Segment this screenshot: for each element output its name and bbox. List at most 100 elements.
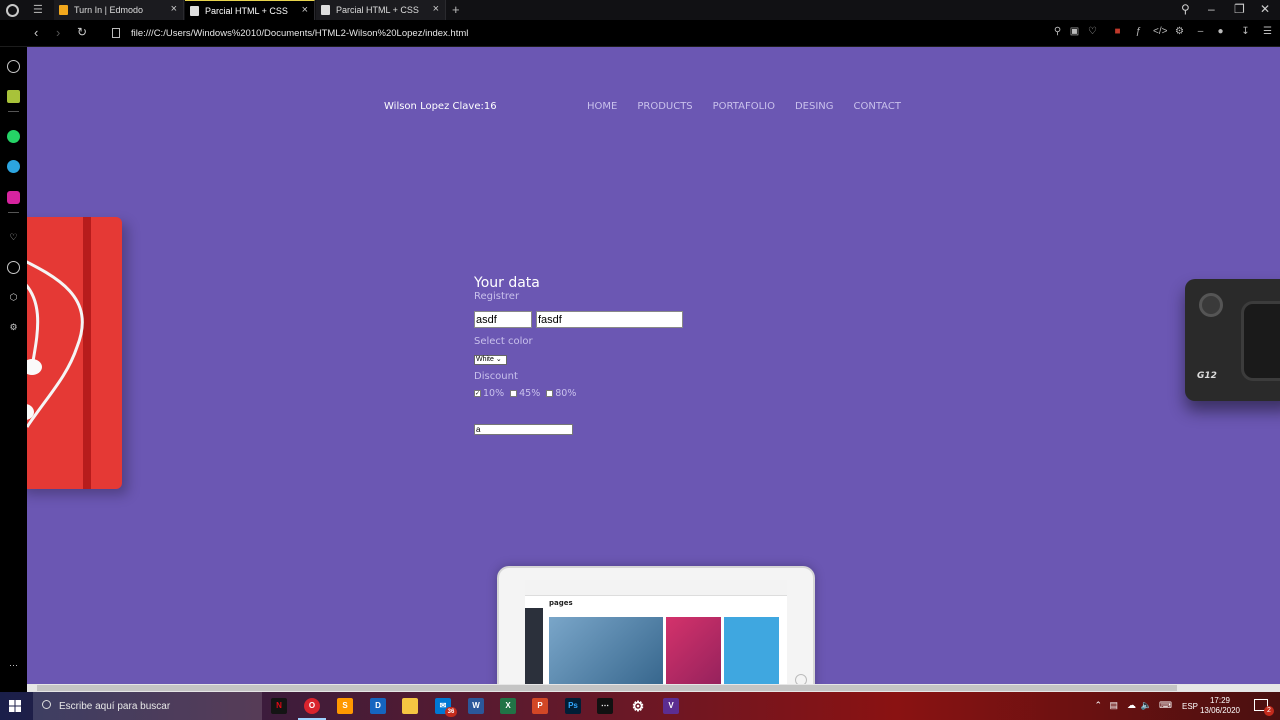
time: 17:29 bbox=[1209, 696, 1230, 705]
file-explorer-icon[interactable] bbox=[402, 698, 418, 714]
camera-lens bbox=[1241, 301, 1280, 381]
date: 13/06/2020 bbox=[1199, 706, 1240, 715]
close-icon[interactable]: × bbox=[171, 3, 177, 15]
nav-desing[interactable]: DESING bbox=[795, 101, 834, 112]
forward-icon[interactable]: › bbox=[56, 25, 60, 40]
sublime-icon[interactable]: S bbox=[337, 698, 353, 714]
url-field[interactable]: file:///C:/Users/Windows%2010/Documents/… bbox=[131, 28, 468, 39]
function-icon[interactable]: ƒ bbox=[1133, 26, 1144, 37]
registration-form: Your data Registrer Select color White ⌄… bbox=[474, 275, 734, 435]
minus-icon[interactable]: – bbox=[1195, 26, 1206, 37]
snapshot-icon[interactable]: ▣ bbox=[1069, 26, 1080, 37]
history-icon[interactable] bbox=[7, 261, 20, 274]
whatsapp-icon[interactable] bbox=[7, 130, 20, 143]
nav-contact[interactable]: CONTACT bbox=[854, 101, 901, 112]
speed-dial-icon[interactable] bbox=[7, 60, 20, 73]
restore-icon[interactable]: ❐ bbox=[1234, 2, 1245, 16]
back-icon[interactable]: ‹ bbox=[34, 25, 38, 40]
minimize-icon[interactable]: – bbox=[1208, 2, 1215, 16]
page-icon bbox=[321, 5, 330, 15]
taskbar-search[interactable]: Escribe aquí para buscar bbox=[33, 692, 262, 720]
network-icon[interactable]: ▤ bbox=[1109, 700, 1118, 711]
onedrive-icon[interactable]: ☁ bbox=[1127, 700, 1136, 711]
address-bar: ‹ › ↻ file:///C:/Users/Windows%2010/Docu… bbox=[0, 20, 1280, 47]
first-name-input[interactable] bbox=[474, 311, 532, 328]
photoshop-icon[interactable]: Ps bbox=[565, 698, 581, 714]
cube-icon[interactable]: ⬡ bbox=[7, 291, 20, 304]
tab-parcial[interactable]: Parcial HTML + CSS × bbox=[316, 0, 446, 20]
page-icon bbox=[190, 6, 199, 16]
color-select[interactable]: White ⌄ bbox=[474, 355, 507, 365]
opera-icon[interactable]: O bbox=[304, 698, 320, 714]
search-icon bbox=[42, 700, 51, 709]
tab-label: Parcial HTML + CSS bbox=[336, 5, 419, 15]
nav-home[interactable]: HOME bbox=[587, 101, 617, 112]
powerpoint-icon[interactable]: P bbox=[532, 698, 548, 714]
discount-80-label: 80% bbox=[555, 388, 577, 399]
horizontal-scrollbar[interactable] bbox=[27, 684, 1280, 692]
search-tabs-icon[interactable]: ⚲ bbox=[1181, 2, 1190, 16]
tablet-card bbox=[549, 617, 663, 686]
tablet-rail bbox=[525, 608, 543, 686]
tray-chevron-icon[interactable]: ⌃ bbox=[1094, 700, 1102, 711]
tablet-image: pages bbox=[497, 566, 815, 686]
chevron-down-icon: ⌄ bbox=[495, 356, 502, 363]
discount-80[interactable]: 80% bbox=[546, 388, 576, 399]
excel-icon[interactable]: X bbox=[500, 698, 516, 714]
page-info-icon[interactable] bbox=[112, 28, 120, 38]
notification-badge: 2 bbox=[1264, 706, 1274, 716]
discount-45[interactable]: 45% bbox=[510, 388, 540, 399]
word-icon[interactable]: W bbox=[468, 698, 484, 714]
checkbox[interactable] bbox=[510, 390, 518, 397]
camera-label: G12 bbox=[1197, 371, 1217, 381]
app-icon[interactable]: ⋯ bbox=[597, 698, 613, 714]
opera-menu-icon[interactable] bbox=[6, 4, 19, 17]
clock[interactable]: 17:29 13/06/2020 bbox=[1200, 696, 1240, 716]
tab-parcial-active[interactable]: Parcial HTML + CSS × bbox=[185, 0, 315, 20]
tablet-card bbox=[666, 617, 721, 686]
more-icon[interactable]: ⋯ bbox=[7, 659, 20, 672]
reload-icon[interactable]: ↻ bbox=[77, 25, 87, 39]
checkbox[interactable] bbox=[546, 390, 554, 397]
windows-start-icon[interactable] bbox=[9, 700, 21, 712]
close-icon[interactable]: × bbox=[302, 4, 308, 16]
visual-studio-icon[interactable]: V bbox=[663, 698, 679, 714]
keyboard-icon[interactable]: ⌨ bbox=[1159, 700, 1172, 711]
discount-label: Discount bbox=[474, 371, 518, 382]
close-icon[interactable]: × bbox=[433, 3, 439, 15]
vpn-icon[interactable]: ● bbox=[1215, 26, 1226, 37]
menu-icon[interactable]: ☰ bbox=[1262, 26, 1273, 37]
tablet-card bbox=[724, 617, 779, 686]
close-window-icon[interactable]: ✕ bbox=[1260, 2, 1270, 16]
new-tab-button[interactable]: + bbox=[452, 2, 460, 17]
nav-portafolio[interactable]: PORTAFOLIO bbox=[713, 101, 775, 112]
opera-sidebar: ♡ ⬡ ⚙ ⋯ bbox=[0, 47, 27, 686]
twitch-icon[interactable] bbox=[7, 90, 20, 103]
language-indicator[interactable]: ESP bbox=[1182, 702, 1198, 711]
discount-10[interactable]: ✓ 10% bbox=[474, 388, 504, 399]
discount-options: ✓ 10% 45% 80% bbox=[474, 388, 734, 399]
code-icon[interactable]: </> bbox=[1153, 26, 1167, 37]
dev-icon[interactable]: D bbox=[370, 698, 386, 714]
tab-edmodo[interactable]: Turn In | Edmodo × bbox=[54, 0, 184, 20]
edmodo-icon bbox=[59, 5, 68, 15]
gear-icon[interactable]: ⚙ bbox=[1174, 26, 1185, 37]
heart-icon[interactable]: ♡ bbox=[1087, 26, 1098, 37]
volume-icon[interactable]: 🔈 bbox=[1141, 700, 1152, 711]
download-icon[interactable]: ↧ bbox=[1240, 26, 1251, 37]
tab-menu-icon[interactable]: ☰ bbox=[33, 3, 43, 16]
nav-products[interactable]: PRODUCTS bbox=[637, 101, 692, 112]
extension-icon[interactable]: ■ bbox=[1112, 26, 1123, 37]
scrollbar-thumb[interactable] bbox=[37, 685, 1177, 691]
search-icon[interactable]: ⚲ bbox=[1052, 26, 1063, 37]
extra-input[interactable]: a bbox=[474, 424, 573, 435]
heart-icon[interactable]: ♡ bbox=[7, 231, 20, 244]
settings-icon[interactable]: ⚙ bbox=[7, 321, 20, 334]
netflix-icon[interactable]: N bbox=[271, 698, 287, 714]
instagram-icon[interactable] bbox=[7, 191, 20, 204]
last-name-input[interactable] bbox=[536, 311, 683, 328]
checkbox-checked[interactable]: ✓ bbox=[474, 390, 481, 397]
site-brand: Wilson Lopez Clave:16 bbox=[384, 101, 497, 112]
settings-icon[interactable]: ⚙ bbox=[630, 698, 646, 714]
telegram-icon[interactable] bbox=[7, 160, 20, 173]
